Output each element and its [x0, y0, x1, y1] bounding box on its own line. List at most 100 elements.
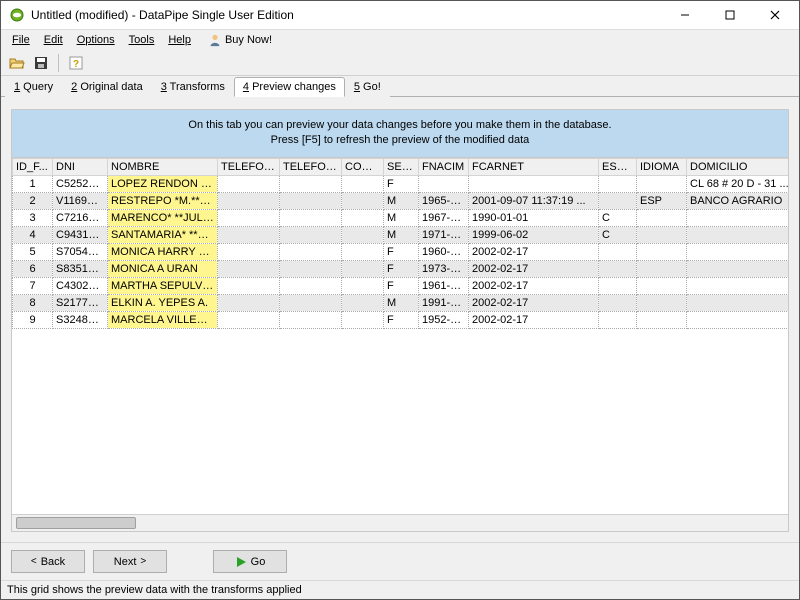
table-cell[interactable]: 1952-0... [419, 311, 469, 328]
table-cell[interactable]: C [599, 209, 637, 226]
table-cell[interactable]: S705453... [53, 243, 108, 260]
scroll-thumb[interactable] [16, 517, 136, 529]
table-cell[interactable]: 1960-0... [419, 243, 469, 260]
table-cell[interactable]: 3 [13, 209, 53, 226]
table-cell[interactable]: 1 [13, 175, 53, 192]
table-cell[interactable] [342, 311, 384, 328]
table-cell[interactable] [599, 175, 637, 192]
table-row[interactable]: 2V116976...RESTREPO *M.**ADIELM1965-0...… [13, 192, 789, 209]
table-cell[interactable]: 1991-0... [419, 294, 469, 311]
table-cell[interactable] [280, 277, 342, 294]
back-button[interactable]: <Back [11, 550, 85, 573]
table-cell[interactable] [280, 260, 342, 277]
table-cell[interactable] [599, 260, 637, 277]
column-header[interactable]: FCARNET [469, 158, 599, 175]
table-cell[interactable] [687, 209, 789, 226]
menu-help[interactable]: Help [161, 32, 198, 48]
table-cell[interactable] [637, 294, 687, 311]
table-cell[interactable] [218, 226, 280, 243]
table-cell[interactable]: S217794... [53, 294, 108, 311]
column-header[interactable]: IDIOMA [637, 158, 687, 175]
open-button[interactable] [7, 53, 27, 73]
horizontal-scrollbar[interactable] [12, 514, 788, 531]
next-button[interactable]: Next> [93, 550, 167, 573]
table-cell[interactable]: MARENCO* **JULIO [108, 209, 218, 226]
table-cell[interactable] [599, 192, 637, 209]
table-cell[interactable]: BANCO AGRARIO [687, 192, 789, 209]
tab-transforms[interactable]: 3 Transforms [152, 77, 234, 97]
table-cell[interactable]: V116976... [53, 192, 108, 209]
table-cell[interactable] [687, 226, 789, 243]
table-cell[interactable]: 2001-09-07 11:37:19 ... [469, 192, 599, 209]
table-cell[interactable] [280, 311, 342, 328]
table-cell[interactable] [637, 209, 687, 226]
table-cell[interactable]: F [384, 175, 419, 192]
table-cell[interactable]: LOPEZ RENDON NANCY ... [108, 175, 218, 192]
table-cell[interactable]: C43028837 [53, 277, 108, 294]
table-cell[interactable]: M [384, 209, 419, 226]
table-row[interactable]: 1C52528144LOPEZ RENDON NANCY ...FCL 68 #… [13, 175, 789, 192]
column-header[interactable]: ESTA... [599, 158, 637, 175]
table-cell[interactable]: 2002-02-17 [469, 294, 599, 311]
table-cell[interactable] [687, 277, 789, 294]
menu-options[interactable]: Options [70, 32, 122, 48]
data-grid[interactable]: ID_F...DNINOMBRETELEFONOP...TELEFONOT...… [11, 157, 789, 532]
table-cell[interactable] [280, 243, 342, 260]
table-cell[interactable]: 1973-0... [419, 260, 469, 277]
table-cell[interactable]: S835120... [53, 260, 108, 277]
table-cell[interactable]: 9 [13, 311, 53, 328]
table-cell[interactable]: M [384, 192, 419, 209]
table-row[interactable]: 4C94310204SANTAMARIA* **NICA...M1971-0..… [13, 226, 789, 243]
column-header[interactable]: SEXO [384, 158, 419, 175]
table-cell[interactable] [218, 243, 280, 260]
menu-tools[interactable]: Tools [122, 32, 162, 48]
table-cell[interactable] [419, 175, 469, 192]
table-row[interactable]: 3C72160103MARENCO* **JULIOM1967-1...1990… [13, 209, 789, 226]
table-cell[interactable] [687, 243, 789, 260]
tab-preview-changes[interactable]: 4 Preview changes [234, 77, 345, 97]
column-header[interactable]: ID_F... [13, 158, 53, 175]
table-cell[interactable] [342, 260, 384, 277]
table-cell[interactable] [280, 192, 342, 209]
table-cell[interactable] [342, 192, 384, 209]
table-row[interactable]: 8S217794...ELKIN A. YEPES A.M1991-0...20… [13, 294, 789, 311]
menu-edit[interactable]: Edit [37, 32, 70, 48]
table-cell[interactable] [469, 175, 599, 192]
table-cell[interactable]: 1961-1... [419, 277, 469, 294]
table-row[interactable]: 9S324817...MARCELA VILLEGAS AF1952-0...2… [13, 311, 789, 328]
table-cell[interactable]: M [384, 226, 419, 243]
table-row[interactable]: 6S835120...MONICA A URANF1973-0...2002-0… [13, 260, 789, 277]
table-cell[interactable]: 2002-02-17 [469, 311, 599, 328]
tab-go[interactable]: 5 Go! [345, 77, 390, 97]
column-header[interactable]: NOMBRE [108, 158, 218, 175]
column-header[interactable]: CODP... [342, 158, 384, 175]
table-cell[interactable] [637, 311, 687, 328]
table-cell[interactable]: MONICA HARRY JARAM... [108, 243, 218, 260]
menu-file[interactable]: File [5, 32, 37, 48]
table-cell[interactable]: S324817... [53, 311, 108, 328]
table-cell[interactable]: F [384, 311, 419, 328]
table-cell[interactable]: 2002-02-17 [469, 277, 599, 294]
table-cell[interactable]: 5 [13, 243, 53, 260]
table-cell[interactable] [280, 226, 342, 243]
column-header[interactable]: TELEFONOP... [218, 158, 280, 175]
table-cell[interactable] [599, 311, 637, 328]
column-header[interactable]: FNACIM [419, 158, 469, 175]
save-button[interactable] [31, 53, 51, 73]
table-cell[interactable]: M [384, 294, 419, 311]
table-cell[interactable]: C94310204 [53, 226, 108, 243]
table-cell[interactable]: 7 [13, 277, 53, 294]
maximize-button[interactable] [707, 1, 752, 29]
table-cell[interactable] [218, 209, 280, 226]
table-cell[interactable]: 1965-0... [419, 192, 469, 209]
table-cell[interactable]: 6 [13, 260, 53, 277]
table-cell[interactable] [342, 226, 384, 243]
column-header[interactable]: TELEFONOT... [280, 158, 342, 175]
table-cell[interactable] [342, 175, 384, 192]
table-cell[interactable] [687, 294, 789, 311]
table-cell[interactable]: ESP [637, 192, 687, 209]
table-cell[interactable] [687, 260, 789, 277]
table-cell[interactable]: MARTHA SEPULVEDA [108, 277, 218, 294]
tab-original-data[interactable]: 2 Original data [62, 77, 152, 97]
table-cell[interactable]: 4 [13, 226, 53, 243]
